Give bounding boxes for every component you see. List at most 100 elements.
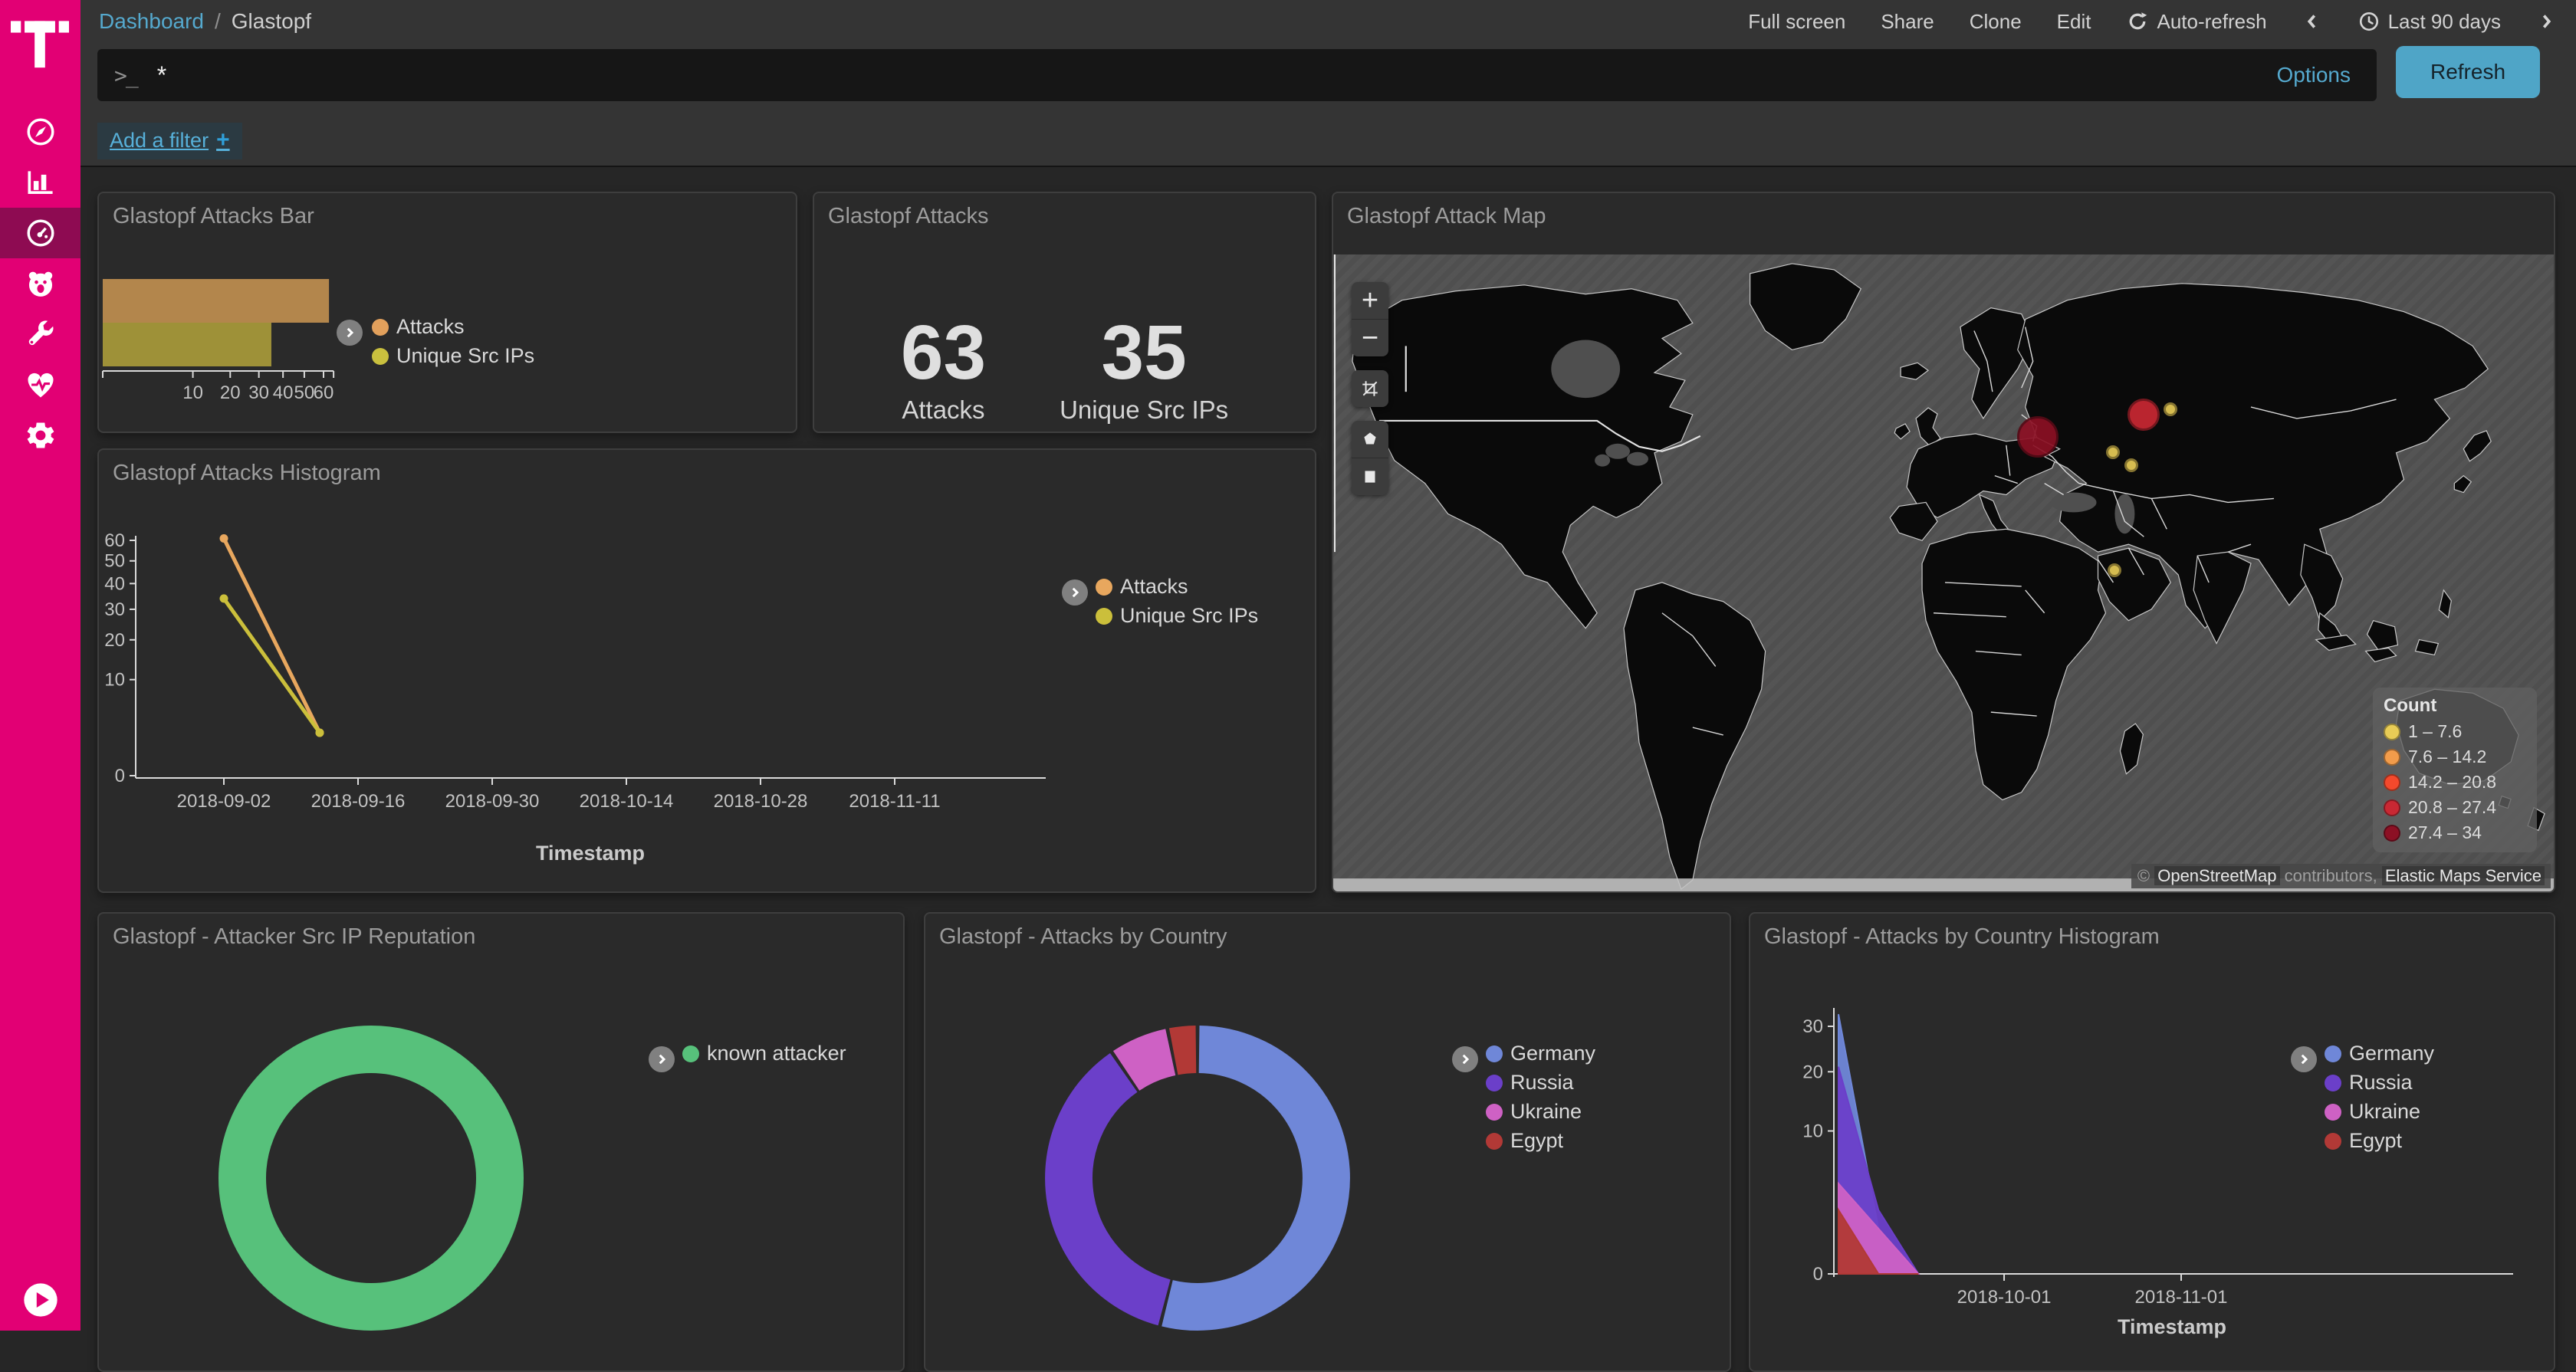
map-controls: + − [1352, 282, 1388, 509]
legend-color-dot [2384, 749, 2400, 766]
map-zoom-out-button[interactable]: − [1352, 320, 1388, 356]
panel-title: Glastopf Attack Map [1347, 204, 2554, 229]
svg-text:Timestamp: Timestamp [536, 842, 645, 865]
svg-text:0: 0 [1813, 1264, 1823, 1285]
time-range-back-button[interactable] [2302, 11, 2322, 31]
breadcrumb-separator: / [215, 9, 221, 34]
legend-label: Attacks [1120, 575, 1188, 599]
map-canvas[interactable]: + − [1333, 254, 2554, 891]
legend-toggle-chevron[interactable] [2291, 1046, 2317, 1072]
heartbeat-icon [24, 368, 58, 402]
sidebar-item-tpot-bear[interactable] [0, 258, 80, 309]
svg-text:50: 50 [294, 382, 315, 403]
svg-text:60: 60 [314, 382, 334, 403]
reputation-donut-plot[interactable] [99, 914, 903, 1370]
legend-item-unique-src-ips[interactable]: Unique Src IPs [372, 344, 534, 368]
map-zoom-in-button[interactable]: + [1352, 282, 1388, 320]
nav-edit-button[interactable]: Edit [2057, 10, 2091, 34]
sidebar-expand-button[interactable] [0, 1275, 80, 1324]
svg-text:2018-11-01: 2018-11-01 [2135, 1287, 2228, 1308]
legend-color-dot [1486, 1133, 1503, 1150]
bar-chart-plot[interactable]: 102030405060 [99, 193, 796, 432]
add-filter-link[interactable]: Add a filter + [97, 123, 242, 159]
nav-clone-button[interactable]: Clone [1970, 10, 2022, 34]
map-legend-item: 7.6 – 14.2 [2384, 747, 2526, 767]
sidebar-item-discover-compass[interactable] [0, 107, 80, 157]
sidebar-item-management-gear[interactable] [0, 410, 80, 461]
time-range-picker[interactable]: Last 90 days [2358, 10, 2501, 34]
map-attack-point [2108, 563, 2121, 577]
chevron-right-icon [343, 326, 356, 340]
sidebar-item-visualize-bar-chart[interactable] [0, 157, 80, 208]
options-link[interactable]: Options [2277, 63, 2351, 87]
legend-toggle-chevron[interactable] [1062, 579, 1088, 606]
svg-text:60: 60 [104, 530, 125, 551]
legend-item-attacks[interactable]: Attacks [1096, 575, 1188, 599]
legend-toggle-chevron[interactable] [649, 1046, 675, 1072]
area-chart-plot[interactable]: 01020302018-10-012018-11-01Timestamp [1750, 914, 2554, 1370]
refresh-button[interactable]: Refresh [2396, 46, 2540, 98]
legend-color-dot [1486, 1075, 1503, 1091]
nav-share-button[interactable]: Share [1881, 10, 1934, 34]
legend-label: Germany [2349, 1042, 2434, 1065]
legend-color-dot [2325, 1075, 2341, 1091]
legend-label: Russia [1510, 1071, 1574, 1095]
svg-text:2018-11-11: 2018-11-11 [849, 791, 940, 812]
legend-label: Russia [2349, 1071, 2413, 1095]
crop-icon [1360, 379, 1380, 399]
svg-text:20: 20 [1802, 1062, 1823, 1082]
legend-item-egypt[interactable]: Egypt [2325, 1129, 2402, 1153]
legend-item-ukraine[interactable]: Ukraine [1486, 1100, 1582, 1124]
sidebar-item-monitoring-heartbeat[interactable] [0, 359, 80, 410]
breadcrumb-current: Glastopf [232, 9, 311, 34]
breadcrumb-dashboard-link[interactable]: Dashboard [99, 9, 204, 34]
legend-toggle-chevron[interactable] [337, 320, 363, 346]
compass-icon [24, 115, 58, 149]
map-attribution: © OpenStreetMap contributors, Elastic Ma… [2131, 864, 2551, 888]
legend-item-attacks[interactable]: Attacks [372, 315, 465, 339]
legend-color-dot [2384, 825, 2400, 842]
auto-refresh-button[interactable]: Auto-refresh [2126, 10, 2266, 34]
bar-chart-icon [24, 166, 58, 199]
legend-item-egypt[interactable]: Egypt [1486, 1129, 1563, 1153]
dashboard-grid: Glastopf Attacks Bar 102030405060 Attack… [80, 166, 2576, 1331]
map-attack-point [2017, 416, 2058, 458]
chevron-right-icon [1068, 586, 1082, 599]
legend-toggle-chevron[interactable] [1452, 1046, 1478, 1072]
metric-label: Attacks [901, 396, 986, 425]
sidebar-item-dev-tools-wrench[interactable] [0, 309, 80, 359]
svg-text:2018-10-28: 2018-10-28 [714, 791, 808, 812]
map-draw-rectangle-button[interactable] [1352, 458, 1388, 495]
legend-item-ukraine[interactable]: Ukraine [2325, 1100, 2420, 1124]
osm-link[interactable]: OpenStreetMap [2154, 866, 2279, 885]
map-fit-bounds-button[interactable] [1352, 370, 1388, 407]
map-legend-item: 1 – 7.6 [2384, 721, 2526, 742]
chevron-left-icon [2302, 11, 2322, 31]
top-nav-bar: Dashboard / Glastopf Full screen Share Clo… [80, 0, 2576, 43]
legend-item-known-attacker[interactable]: known attacker [682, 1042, 846, 1065]
legend-item-russia[interactable]: Russia [2325, 1071, 2413, 1095]
time-range-forward-button[interactable] [2536, 11, 2556, 31]
chevron-right-icon [655, 1052, 669, 1066]
svg-text:2018-09-30: 2018-09-30 [445, 791, 540, 812]
legend-label: Unique Src IPs [1120, 604, 1258, 628]
country-donut-plot[interactable] [925, 914, 1730, 1370]
map-legend-item: 20.8 – 27.4 [2384, 797, 2526, 818]
legend-range-label: 14.2 – 20.8 [2408, 772, 2496, 793]
map-attack-point [2106, 445, 2120, 459]
svg-text:50: 50 [104, 551, 125, 572]
legend-item-unique-src-ips[interactable]: Unique Src IPs [1096, 604, 1258, 628]
sidebar-item-dashboard-gauge[interactable] [0, 208, 80, 258]
legend-item-russia[interactable]: Russia [1486, 1071, 1574, 1095]
svg-text:20: 20 [104, 630, 125, 651]
nav-full-screen-button[interactable]: Full screen [1748, 10, 1845, 34]
legend-item-germany[interactable]: Germany [1486, 1042, 1595, 1065]
line-chart-plot[interactable]: 01020304050602018-09-022018-09-162018-09… [99, 450, 1315, 891]
ems-link[interactable]: Elastic Maps Service [2382, 866, 2545, 885]
query-input[interactable]: >_ * Options [97, 49, 2377, 101]
map-draw-polygon-button[interactable] [1352, 421, 1388, 458]
telekom-logo[interactable] [11, 12, 69, 78]
legend-item-germany[interactable]: Germany [2325, 1042, 2434, 1065]
panel-glastopf-attack-map: Glastopf Attack Map [1332, 192, 2555, 893]
panel-glastopf-attacks-bar: Glastopf Attacks Bar 102030405060 Attack… [97, 192, 797, 433]
